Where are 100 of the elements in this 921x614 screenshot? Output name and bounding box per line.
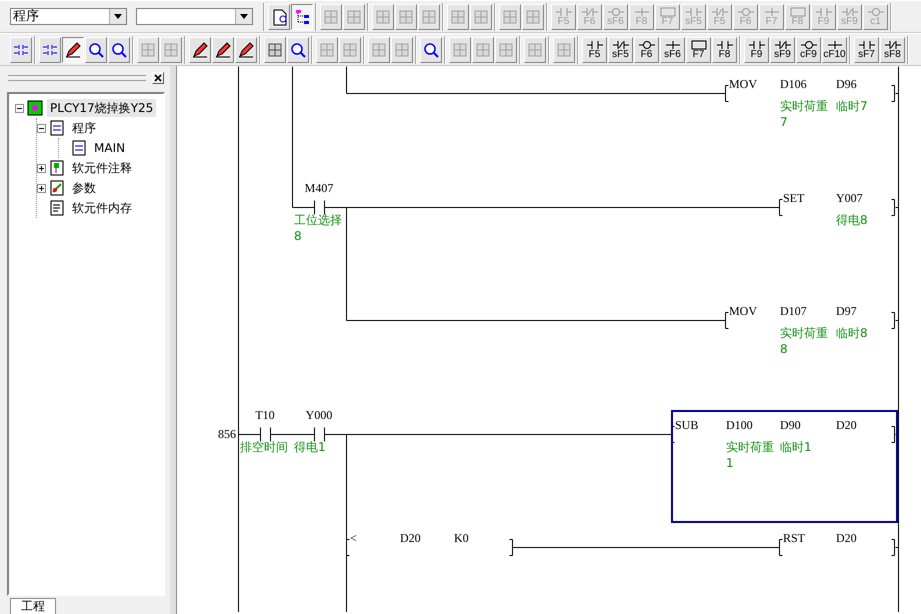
tree-item[interactable]: 程序 <box>69 119 99 137</box>
function-key-button[interactable]: F6 <box>634 36 659 62</box>
device-comment: 得电1 <box>294 439 327 455</box>
operand-label: D106 <box>780 77 807 91</box>
ladder-symbol-icon <box>882 40 902 50</box>
grid-icon <box>266 40 284 58</box>
expand-icon[interactable] <box>37 164 46 172</box>
grid-icon <box>341 40 359 58</box>
tree-item[interactable]: PLCY17烧掉换Y25 <box>47 99 156 117</box>
operand-label: D20 <box>400 531 421 545</box>
operand-label: K0 <box>454 531 469 545</box>
grid-icon <box>526 40 544 58</box>
parameter-icon <box>49 180 65 196</box>
comment-icon <box>49 160 65 176</box>
grid-icon <box>162 40 180 58</box>
grid-icon <box>393 40 411 58</box>
ladder-symbol-icon <box>856 40 876 50</box>
combo-box[interactable] <box>136 8 253 25</box>
instruction-bracket <box>779 539 783 556</box>
grid-icon <box>472 8 490 26</box>
tree-item[interactable]: 参数 <box>69 179 99 197</box>
magnifier-icon <box>289 40 307 58</box>
ladder-symbol-icon <box>772 40 792 50</box>
ladder-symbol-icon <box>788 6 808 16</box>
operand-label: Y007 <box>836 191 863 205</box>
contact-symbol <box>260 427 271 442</box>
magnifier-icon <box>110 40 128 58</box>
operand-label: D100 <box>726 418 753 432</box>
grid-icon <box>370 40 388 58</box>
operand-label: D20 <box>836 418 857 432</box>
tree-item[interactable]: 软元件注释 <box>69 159 135 177</box>
function-key-button[interactable]: sF7 <box>854 36 879 62</box>
ladder-symbol-icon <box>580 6 600 16</box>
expand-icon[interactable] <box>37 184 46 192</box>
pencil-icon <box>191 40 209 58</box>
grid-icon <box>318 40 336 58</box>
project-icon <box>27 100 43 116</box>
tree-item[interactable]: MAIN <box>91 139 128 157</box>
instruction-bracket <box>891 426 895 443</box>
function-key-button[interactable]: F7 <box>686 36 711 62</box>
grid-icon <box>474 40 492 58</box>
function-key-button[interactable]: cF10 <box>822 36 847 62</box>
dropdown-arrow-icon <box>114 14 122 19</box>
operand-label: D96 <box>836 77 857 91</box>
function-key-button[interactable]: F9 <box>744 36 769 62</box>
instruction-bracket <box>725 85 729 102</box>
close-icon <box>154 74 162 82</box>
instruction-label: MOV <box>729 304 758 318</box>
device-comment: 实时荷重7 <box>780 98 829 130</box>
memory-icon <box>49 200 65 216</box>
grid-icon <box>555 40 573 58</box>
collapse-icon[interactable] <box>15 104 24 112</box>
function-key-button[interactable]: F8 <box>712 36 737 62</box>
ladder-symbol-icon <box>554 6 574 16</box>
instruction-bracket <box>891 539 895 556</box>
tree-icon <box>293 8 311 26</box>
ladder-symbol-icon <box>866 6 886 16</box>
ladder-symbol-icon <box>610 40 630 50</box>
device-comment: 临时7 <box>836 98 869 114</box>
ladder-symbol-icon <box>714 40 734 50</box>
grid-icon <box>497 40 515 58</box>
pencil-icon <box>64 40 82 58</box>
compare-operator: < <box>350 531 357 545</box>
magnifier-icon <box>87 40 105 58</box>
collapse-icon[interactable] <box>37 124 46 132</box>
function-key-button[interactable]: F5 <box>582 36 607 62</box>
device-comment: 临时8 <box>836 325 869 341</box>
program-icon <box>49 120 65 136</box>
ladder-symbol-icon <box>636 40 656 50</box>
grid-icon <box>322 8 340 26</box>
close-button[interactable] <box>152 72 164 84</box>
device-comment: 得电8 <box>836 212 869 228</box>
function-key-button[interactable]: sF5 <box>608 36 633 62</box>
ladder-symbol-icon <box>736 6 756 16</box>
instruction-label: SET <box>783 191 804 205</box>
contact-symbol <box>314 427 325 442</box>
ladder-symbol-icon <box>684 6 704 16</box>
toolbar-button[interactable] <box>62 36 84 62</box>
function-key-button[interactable]: sF6 <box>660 36 685 62</box>
grid-icon <box>524 8 542 26</box>
combo-box[interactable]: 程序 <box>10 8 127 25</box>
grid-icon <box>449 8 467 26</box>
panel-tab[interactable]: 工程 <box>10 598 56 614</box>
device-label: Y000 <box>304 408 334 422</box>
instruction-bracket <box>891 85 895 102</box>
dropdown-arrow-icon <box>240 14 248 19</box>
contact-symbol <box>314 200 325 215</box>
function-key-button[interactable]: cF9 <box>796 36 821 62</box>
ladder-symbol-icon <box>710 6 730 16</box>
ladder-symbol-icon <box>584 40 604 50</box>
grid-icon <box>451 40 469 58</box>
operand-label: D90 <box>780 418 801 432</box>
instruction-label: SUB <box>675 418 698 432</box>
function-key-button[interactable]: sF8 <box>880 36 905 62</box>
pencil-icon <box>214 40 232 58</box>
tree-item[interactable]: 软元件内存 <box>69 199 135 217</box>
toolbar-button[interactable] <box>291 4 313 30</box>
instruction-label: RST <box>783 531 806 545</box>
function-key-button[interactable]: sF9 <box>770 36 795 62</box>
ladder-symbol-icon <box>658 6 678 16</box>
